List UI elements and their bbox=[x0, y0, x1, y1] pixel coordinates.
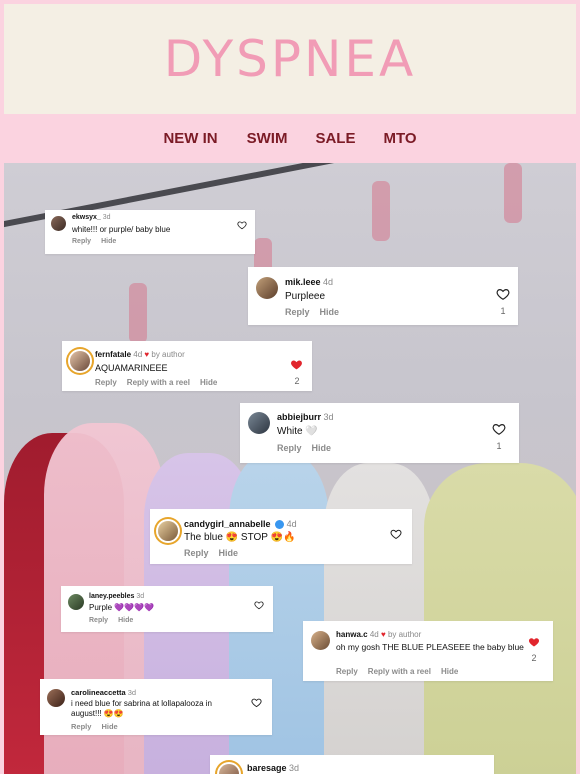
by-author-label: by author bbox=[387, 630, 422, 639]
comment-card: candygirl_annabelle 4d The blue 😍 STOP 😍… bbox=[150, 509, 412, 564]
heart-filled-icon[interactable] bbox=[290, 358, 303, 371]
brand-header: DYSPNEA bbox=[4, 4, 576, 114]
comment-text: Purpleee bbox=[285, 291, 326, 302]
comment-username[interactable]: laney.peebles bbox=[89, 593, 134, 600]
nav-swim[interactable]: SWIM bbox=[233, 118, 302, 162]
heart-outline-icon[interactable] bbox=[251, 697, 262, 708]
comment-time: 3d bbox=[289, 763, 300, 773]
comment-card: mik.leee 4d Purpleee Reply Hide 1 bbox=[248, 267, 518, 325]
comment-text: Purple 💜💜💜💜 bbox=[89, 603, 155, 612]
hide-button[interactable]: Hide bbox=[312, 443, 332, 453]
reply-with-reel-button[interactable]: Reply with a reel bbox=[127, 378, 190, 387]
avatar[interactable] bbox=[70, 351, 90, 371]
nav-sale[interactable]: SALE bbox=[301, 118, 369, 162]
comment-text: The blue 😍 STOP 😍🔥 bbox=[184, 532, 296, 543]
hide-button[interactable]: Hide bbox=[101, 238, 116, 245]
comment-card: ekwsyx_ 3d white!!! or purple/ baby blue… bbox=[45, 210, 255, 254]
avatar[interactable] bbox=[51, 216, 66, 231]
comment-time: 3d bbox=[136, 593, 145, 600]
email-frame: DYSPNEA NEW IN SWIM SALE MTO ekwsyx_ 3d … bbox=[0, 0, 580, 774]
hide-button[interactable]: Hide bbox=[101, 722, 117, 731]
like-count: 2 bbox=[294, 376, 300, 386]
avatar[interactable] bbox=[68, 594, 84, 610]
comment-text: White 🤍 bbox=[277, 426, 318, 437]
comment-username[interactable]: baresage bbox=[247, 763, 287, 773]
hide-button[interactable]: Hide bbox=[118, 617, 133, 624]
comment-time: 4d bbox=[286, 519, 297, 529]
avatar[interactable] bbox=[256, 277, 278, 299]
verified-badge-icon bbox=[275, 520, 285, 530]
reply-button[interactable]: Reply bbox=[184, 548, 209, 558]
heart-outline-icon[interactable] bbox=[237, 220, 247, 230]
hanger bbox=[504, 163, 522, 223]
hanger bbox=[129, 283, 147, 343]
avatar[interactable] bbox=[311, 631, 330, 650]
avatar[interactable] bbox=[248, 412, 270, 434]
like-count: 2 bbox=[531, 653, 537, 663]
heart-filled-icon[interactable] bbox=[528, 636, 540, 648]
comment-card: hanwa.c 4d ♥ by author oh my gosh THE BL… bbox=[303, 621, 553, 681]
comment-username[interactable]: fernfatale bbox=[95, 350, 131, 359]
like-count: 1 bbox=[500, 306, 506, 316]
brand-logo[interactable]: DYSPNEA bbox=[164, 30, 416, 88]
avatar[interactable] bbox=[47, 689, 65, 707]
hide-button[interactable]: Hide bbox=[441, 667, 458, 676]
heart-outline-icon[interactable] bbox=[254, 600, 264, 610]
comment-time: 3d bbox=[102, 214, 111, 221]
comment-text: white!!! or purple/ baby blue bbox=[72, 225, 171, 234]
comment-text: i need blue for sabrina at lollapalooza … bbox=[71, 699, 212, 718]
reply-button[interactable]: Reply bbox=[95, 378, 117, 387]
nav-mto[interactable]: MTO bbox=[369, 118, 430, 162]
reply-button[interactable]: Reply bbox=[71, 722, 91, 731]
comment-time: 3d bbox=[127, 688, 137, 697]
comment-username[interactable]: mik.leee bbox=[285, 277, 321, 287]
reply-with-reel-button[interactable]: Reply with a reel bbox=[368, 667, 431, 676]
main-nav: NEW IN SWIM SALE MTO bbox=[0, 118, 580, 162]
heart-outline-icon[interactable] bbox=[496, 287, 510, 301]
reply-button[interactable]: Reply bbox=[277, 443, 302, 453]
comment-text: oh my gosh THE BLUE PLEASEEE the baby bl… bbox=[336, 642, 524, 652]
author-liked-heart-icon: ♥ bbox=[380, 630, 386, 639]
reply-button[interactable]: Reply bbox=[72, 238, 91, 245]
comment-username[interactable]: carolineaccetta bbox=[71, 688, 126, 697]
comment-card: baresage 3d bbox=[210, 755, 494, 774]
comment-username[interactable]: hanwa.c bbox=[336, 630, 368, 639]
avatar[interactable] bbox=[219, 764, 239, 774]
hanger bbox=[372, 181, 390, 241]
heart-outline-icon[interactable] bbox=[492, 422, 506, 436]
reply-button[interactable]: Reply bbox=[285, 307, 310, 317]
comment-text: AQUAMARINEEE bbox=[95, 363, 168, 373]
reply-button[interactable]: Reply bbox=[89, 617, 108, 624]
comment-username[interactable]: abbiejburr bbox=[277, 412, 321, 422]
like-count: 1 bbox=[496, 441, 502, 451]
by-author-label: by author bbox=[151, 350, 185, 359]
nav-new-in[interactable]: NEW IN bbox=[149, 118, 231, 162]
comment-time: 3d bbox=[323, 412, 334, 422]
comment-card: laney.peebles 3d Purple 💜💜💜💜 Reply Hide bbox=[61, 586, 273, 632]
author-liked-heart-icon: ♥ bbox=[144, 350, 150, 359]
comment-card: fernfatale 4d ♥ by author AQUAMARINEEE R… bbox=[62, 341, 312, 391]
comment-time: 4d bbox=[133, 350, 143, 359]
reply-button[interactable]: Reply bbox=[336, 667, 358, 676]
comment-username[interactable]: ekwsyx_ bbox=[72, 214, 101, 221]
comment-time: 4d bbox=[323, 277, 334, 287]
hide-button[interactable]: Hide bbox=[219, 548, 239, 558]
hide-button[interactable]: Hide bbox=[200, 378, 217, 387]
comment-card: carolineaccetta 3d i need blue for sabri… bbox=[40, 679, 272, 735]
comment-card: abbiejburr 3d White 🤍 Reply Hide 1 bbox=[240, 403, 519, 463]
comment-time: 4d bbox=[369, 630, 379, 639]
heart-outline-icon[interactable] bbox=[390, 528, 402, 540]
dress-green bbox=[424, 463, 576, 774]
hero-image[interactable]: ekwsyx_ 3d white!!! or purple/ baby blue… bbox=[4, 163, 576, 774]
avatar[interactable] bbox=[158, 521, 178, 541]
comment-username[interactable]: candygirl_annabelle bbox=[184, 519, 271, 529]
hide-button[interactable]: Hide bbox=[320, 307, 340, 317]
